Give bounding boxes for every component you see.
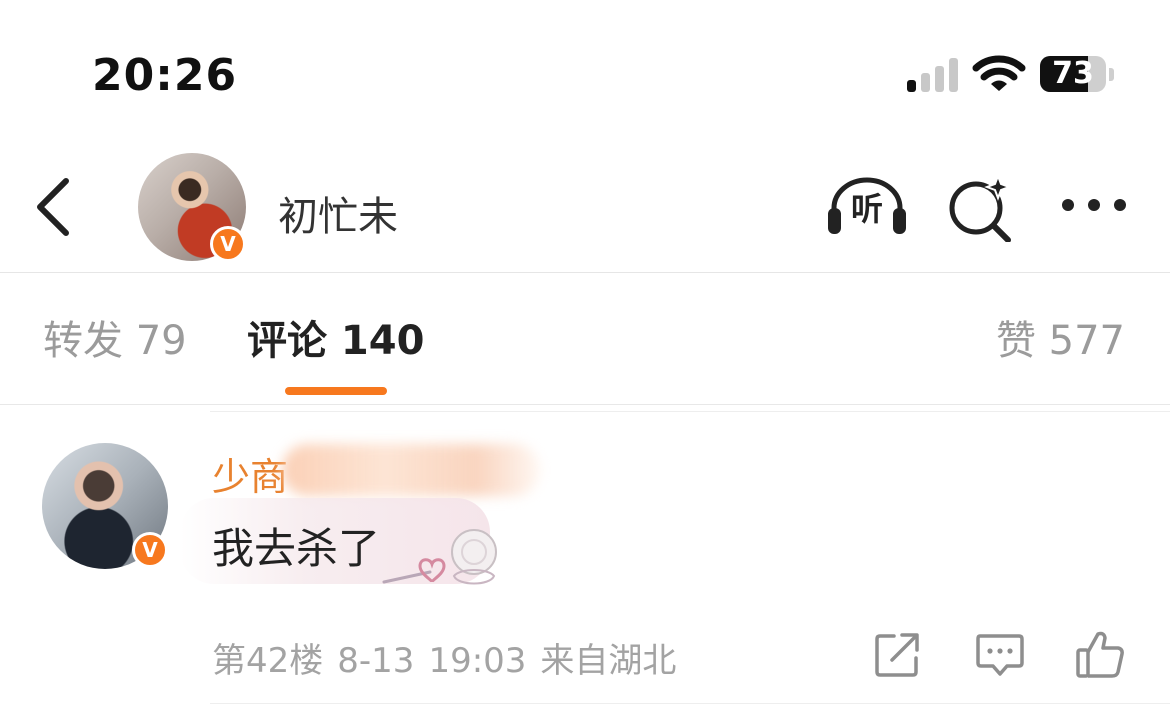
cellular-signal-icon xyxy=(907,58,958,92)
profile-name[interactable]: 初忙未 xyxy=(278,184,398,242)
verified-badge: V xyxy=(210,226,246,262)
comments-top-divider xyxy=(210,411,1170,412)
status-time: 20:26 xyxy=(92,50,238,101)
battery-body: 73 xyxy=(1040,56,1106,92)
bubble-decoration-icon xyxy=(382,529,497,585)
comment-meta: 第42楼 8-13 19:03 来自湖北 xyxy=(212,633,676,682)
screen: 20:26 73 V 初忙未 听 转发 79 评论 140 赞 577 V 少商… xyxy=(0,0,1170,707)
comment-text: 我去杀了 xyxy=(212,524,381,573)
comment-icon[interactable] xyxy=(974,628,1026,680)
battery-level: 73 xyxy=(1052,56,1094,91)
comment-date: 8-13 xyxy=(337,641,415,681)
tab-likes[interactable]: 赞 577 xyxy=(996,314,1125,368)
sparkle-search-icon[interactable] xyxy=(946,174,1016,242)
tab-comments[interactable]: 评论 140 xyxy=(247,314,424,368)
comment-location: 来自湖北 xyxy=(540,641,677,681)
listen-button[interactable]: 听 xyxy=(826,174,908,238)
listen-label: 听 xyxy=(850,190,883,228)
wifi-icon xyxy=(972,55,1026,91)
comment-time: 19:03 xyxy=(428,641,527,681)
tab-repost[interactable]: 转发 79 xyxy=(43,314,187,368)
battery-indicator: 73 xyxy=(1040,56,1116,94)
active-tab-indicator xyxy=(285,387,387,395)
commenter-verified-badge: V xyxy=(132,532,168,568)
battery-cap xyxy=(1109,68,1114,81)
username-redaction xyxy=(282,444,540,496)
more-dots-icon[interactable] xyxy=(1058,190,1130,220)
comment-bottom-divider xyxy=(210,703,1170,704)
tabs-divider xyxy=(0,404,1170,405)
header-divider xyxy=(0,272,1170,273)
back-chevron-icon[interactable] xyxy=(30,175,80,239)
commenter-username[interactable]: 少商 xyxy=(212,446,288,501)
thumbs-up-icon[interactable] xyxy=(1074,628,1126,680)
share-icon[interactable] xyxy=(872,628,924,680)
comment-floor: 第42楼 xyxy=(212,641,324,681)
